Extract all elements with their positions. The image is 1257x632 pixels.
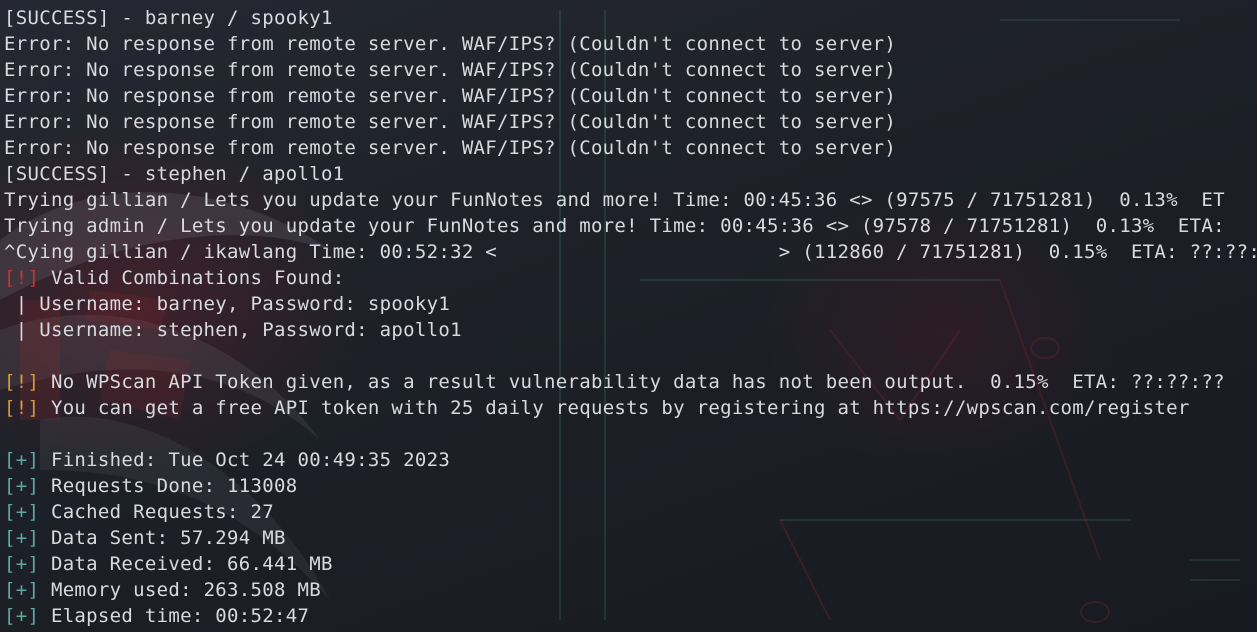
terminal-line: [SUCCESS] - barney / spooky1 [4, 5, 1257, 31]
line-text: Trying gillian / Lets you update your Fu… [4, 189, 1225, 211]
line-text: Error: No response from remote server. W… [4, 59, 897, 81]
line-text: Elapsed time: 00:52:47 [39, 605, 310, 627]
terminal-line: | Username: stephen, Password: apollo1 [4, 317, 1257, 343]
line-text: | Username: barney, Password: spooky1 [4, 293, 451, 315]
terminal-line: Trying admin / Lets you update your FunN… [4, 213, 1257, 239]
line-text: Requests Done: 113008 [39, 475, 298, 497]
line-text: Trying admin / Lets you update your FunN… [4, 215, 1225, 237]
status-tag: [+] [4, 605, 40, 627]
terminal-line: [!] No WPScan API Token given, as a resu… [4, 369, 1257, 395]
line-text: Memory used: 263.508 MB [39, 579, 321, 601]
status-tag: [+] [4, 553, 40, 575]
line-text: | Username: stephen, Password: apollo1 [4, 319, 462, 341]
line-text: Valid Combinations Found: [39, 267, 345, 289]
line-text: No WPScan API Token given, as a result v… [39, 371, 1225, 393]
line-text: Data Received: 66.441 MB [39, 553, 333, 575]
terminal-line: [!] You can get a free API token with 25… [4, 395, 1257, 421]
line-text: ^Cying gillian / ikawlang Time: 00:52:32… [4, 241, 1257, 263]
status-tag: [!] [4, 397, 40, 419]
terminal-line: [+] Memory used: 263.508 MB [4, 577, 1257, 603]
terminal-output[interactable]: [SUCCESS] - barney / spooky1 Error: No re… [4, 5, 1257, 632]
line-text: Error: No response from remote server. W… [4, 111, 897, 133]
terminal-line: [+] Data Received: 66.441 MB [4, 551, 1257, 577]
line-text: [SUCCESS] - stephen / apollo1 [4, 163, 345, 185]
status-tag: [+] [4, 579, 40, 601]
line-text: You can get a free API token with 25 dai… [39, 397, 1190, 419]
terminal-line: [+] Data Sent: 57.294 MB [4, 525, 1257, 551]
line-text: Error: No response from remote server. W… [4, 137, 897, 159]
line-text: Error: No response from remote server. W… [4, 85, 897, 107]
line-text: [SUCCESS] - barney / spooky1 [4, 7, 333, 29]
status-tag: [!] [4, 371, 40, 393]
status-tag: [+] [4, 527, 40, 549]
line-text: Error: No response from remote server. W… [4, 33, 897, 55]
line-text: Cached Requests: 27 [39, 501, 274, 523]
terminal-line: [+] Cached Requests: 27 [4, 499, 1257, 525]
terminal-line: Trying gillian / Lets you update your Fu… [4, 187, 1257, 213]
terminal-line: | Username: barney, Password: spooky1 [4, 291, 1257, 317]
terminal-line: Error: No response from remote server. W… [4, 135, 1257, 161]
line-text: Data Sent: 57.294 MB [39, 527, 286, 549]
status-tag: [+] [4, 449, 40, 471]
status-tag: [!] [4, 267, 40, 289]
terminal-line: Error: No response from remote server. W… [4, 31, 1257, 57]
terminal-line: [+] Requests Done: 113008 [4, 473, 1257, 499]
terminal-line: Error: No response from remote server. W… [4, 57, 1257, 83]
terminal-line: [SUCCESS] - stephen / apollo1 [4, 161, 1257, 187]
terminal-line: Error: No response from remote server. W… [4, 109, 1257, 135]
line-text: Finished: Tue Oct 24 00:49:35 2023 [39, 449, 451, 471]
terminal-line: Error: No response from remote server. W… [4, 83, 1257, 109]
terminal-line: [!] Valid Combinations Found: [4, 265, 1257, 291]
terminal-line: ^Cying gillian / ikawlang Time: 00:52:32… [4, 239, 1257, 265]
terminal-line: [+] Finished: Tue Oct 24 00:49:35 2023 [4, 447, 1257, 473]
status-tag: [+] [4, 475, 40, 497]
terminal-line: [+] Elapsed time: 00:52:47 [4, 603, 1257, 629]
status-tag: [+] [4, 501, 40, 523]
